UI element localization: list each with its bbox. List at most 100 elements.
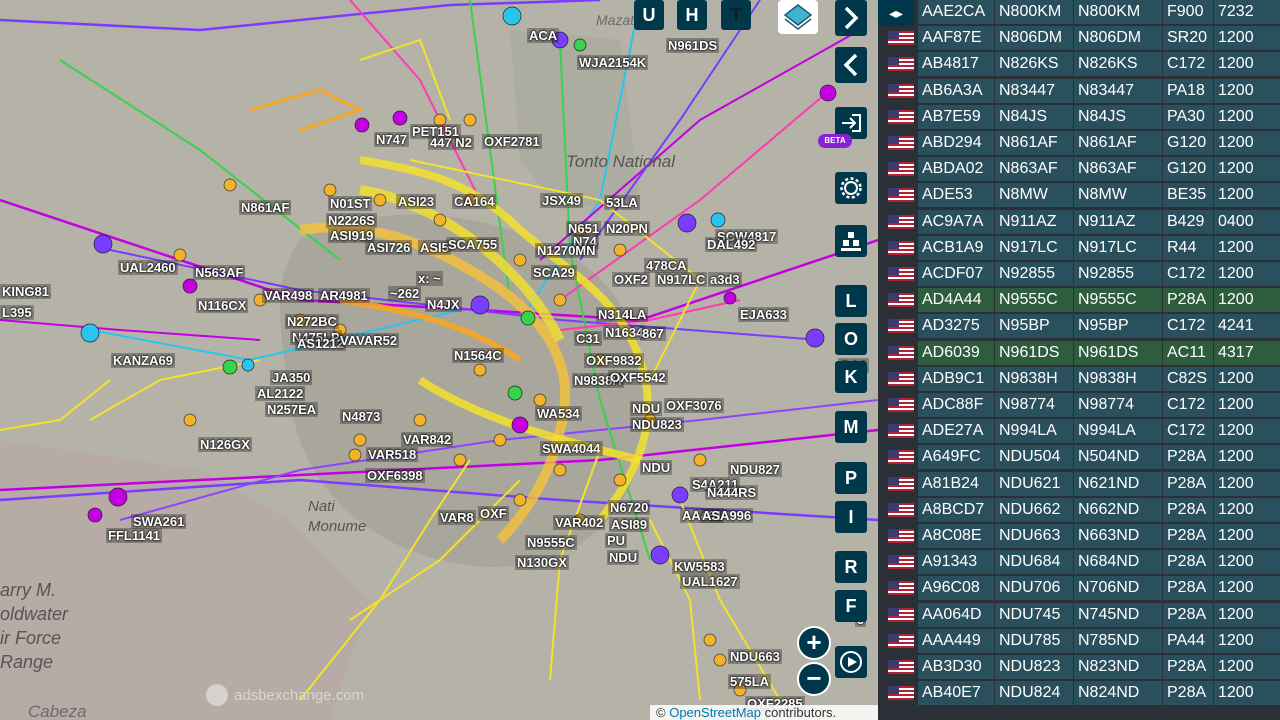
- replay-button[interactable]: [835, 646, 867, 678]
- toggle-r-button[interactable]: R: [835, 551, 867, 583]
- aircraft-label[interactable]: N861AF: [239, 200, 292, 215]
- aircraft-label[interactable]: AL2122: [255, 386, 306, 401]
- aircraft-label[interactable]: FFL1141: [106, 528, 163, 543]
- table-row[interactable]: A81B24 NDU621 N621ND P28A 1200: [878, 471, 1280, 496]
- table-row[interactable]: ACB1A9 N917LC N917LC R44 1200: [878, 235, 1280, 260]
- table-row[interactable]: AD6039 N961DS N961DS AC11 4317: [878, 340, 1280, 365]
- aircraft-label[interactable]: JA350: [270, 370, 313, 385]
- aircraft-label[interactable]: NDU: [607, 550, 640, 565]
- aircraft-label[interactable]: N6720: [608, 500, 651, 515]
- aircraft-label[interactable]: N917LC: [655, 272, 708, 287]
- aircraft-label[interactable]: KW5583: [672, 559, 727, 574]
- aircraft-label[interactable]: a3d3: [708, 272, 742, 287]
- table-row[interactable]: ACDF07 N92855 N92855 C172 1200: [878, 262, 1280, 286]
- aircraft-label[interactable]: SWA4044: [540, 441, 603, 456]
- table-row[interactable]: AA064D NDU745 N745ND P28A 1200: [878, 602, 1280, 627]
- table-row[interactable]: AB4817 N826KS N826KS C172 1200: [878, 52, 1280, 77]
- table-row[interactable]: AD4A44 N9555C N9555C P28A 1200: [878, 288, 1280, 313]
- aircraft-label[interactable]: VAR402: [553, 515, 606, 530]
- layers-button[interactable]: [778, 0, 818, 34]
- aircraft-label[interactable]: N1564C: [452, 348, 504, 363]
- aircraft-label[interactable]: KING81: [0, 284, 51, 299]
- aircraft-label[interactable]: ACA: [527, 28, 560, 43]
- table-row[interactable]: ABDA02 N863AF N863AF G120 1200: [878, 157, 1280, 182]
- aircraft-label[interactable]: L395: [0, 305, 34, 320]
- aircraft-label[interactable]: N4JX: [425, 297, 462, 312]
- aircraft-label[interactable]: KANZA69: [111, 353, 175, 368]
- toggle-u-button[interactable]: U: [634, 0, 664, 30]
- aircraft-label[interactable]: VAR498: [262, 288, 315, 303]
- table-row[interactable]: ADC88F N98774 N98774 C172 1200: [878, 393, 1280, 417]
- aircraft-label[interactable]: ASA996: [700, 508, 754, 523]
- table-row[interactable]: A96C08 NDU706 N706ND P28A 1200: [878, 576, 1280, 601]
- aircraft-label[interactable]: N1634: [603, 325, 646, 340]
- toggle-k-button[interactable]: K: [835, 361, 867, 393]
- aircraft-label[interactable]: VAVAR52: [338, 333, 400, 348]
- aircraft-label[interactable]: N116CX: [196, 298, 249, 313]
- aircraft-label[interactable]: VAR8: [438, 510, 476, 525]
- toggle-t-button[interactable]: T: [721, 0, 751, 30]
- aircraft-label[interactable]: N4873: [340, 409, 383, 424]
- aircraft-label[interactable]: NDU663: [728, 649, 782, 664]
- aircraft-label[interactable]: N444RS: [705, 485, 759, 500]
- table-row[interactable]: A649FC NDU504 N504ND P28A 1200: [878, 445, 1280, 470]
- aircraft-label[interactable]: N130GX: [515, 555, 569, 570]
- aircraft-label[interactable]: 478CA: [644, 258, 689, 273]
- aircraft-label[interactable]: x: ~: [416, 271, 443, 286]
- aircraft-label[interactable]: OXF2781: [482, 134, 542, 149]
- aircraft-label[interactable]: N314LA: [596, 307, 649, 322]
- settings-button[interactable]: [835, 172, 867, 204]
- next-button[interactable]: [835, 0, 867, 36]
- aircraft-label[interactable]: N563AF: [193, 265, 246, 280]
- toggle-m-button[interactable]: M: [835, 411, 867, 443]
- toggle-h-button[interactable]: H: [677, 0, 707, 30]
- aircraft-label[interactable]: SCA29: [531, 265, 577, 280]
- stats-button[interactable]: [835, 225, 867, 257]
- toggle-f-button[interactable]: F: [835, 590, 867, 622]
- aircraft-label[interactable]: SCA755: [446, 237, 500, 252]
- aircraft-label[interactable]: OXF2: [612, 272, 650, 287]
- aircraft-label[interactable]: 575LA: [728, 674, 772, 689]
- table-row[interactable]: AAA449 NDU785 N785ND PA44 1200: [878, 628, 1280, 653]
- aircraft-label[interactable]: 53LA: [604, 195, 640, 210]
- aircraft-label[interactable]: ASI726: [365, 240, 413, 255]
- aircraft-label[interactable]: OXF6398: [365, 468, 425, 483]
- panel-toggle-button[interactable]: ◂▸: [878, 0, 914, 26]
- aircraft-label[interactable]: ~262: [388, 286, 422, 301]
- aircraft-label[interactable]: N01ST: [328, 196, 373, 211]
- aircraft-label[interactable]: N9555C: [525, 535, 577, 550]
- zoom-out-button[interactable]: −: [797, 662, 831, 696]
- toggle-l-button[interactable]: L: [835, 285, 867, 317]
- toggle-p-button[interactable]: P: [835, 462, 867, 494]
- aircraft-label[interactable]: N20PN: [604, 221, 650, 236]
- aircraft-label[interactable]: CA164: [452, 194, 497, 209]
- table-row[interactable]: AC9A7A N911AZ N911AZ B429 0400: [878, 209, 1280, 234]
- aircraft-label[interactable]: AR4981: [318, 288, 370, 303]
- aircraft-label[interactable]: OXF9832: [584, 353, 644, 368]
- aircraft-label[interactable]: VAR518: [366, 447, 419, 462]
- table-row[interactable]: ADE53 N8MW N8MW BE35 1200: [878, 183, 1280, 208]
- aircraft-label[interactable]: UAL1627: [680, 574, 740, 589]
- aircraft-label[interactable]: EJA633: [738, 307, 789, 322]
- table-row[interactable]: AB7E59 N84JS N84JS PA30 1200: [878, 104, 1280, 129]
- aircraft-label[interactable]: N2226S: [326, 213, 377, 228]
- toggle-o-button[interactable]: O: [835, 323, 867, 355]
- aircraft-label[interactable]: OXF3076: [664, 398, 724, 413]
- table-row[interactable]: ABD294 N861AF N861AF G120 1200: [878, 131, 1280, 155]
- aircraft-label[interactable]: OXF5542: [608, 370, 668, 385]
- aircraft-label[interactable]: OXF: [478, 506, 509, 521]
- aircraft-label[interactable]: VAR842: [401, 432, 454, 447]
- aircraft-label[interactable]: N272BC: [285, 314, 339, 329]
- table-row[interactable]: A8C08E NDU663 N663ND P28A 1200: [878, 524, 1280, 548]
- aircraft-label[interactable]: PU: [605, 533, 628, 548]
- aircraft-label[interactable]: NDU827: [728, 462, 782, 477]
- map-view[interactable]: Tonto National Nati Monume arry M. oldwa…: [0, 0, 878, 720]
- aircraft-label[interactable]: UAL2460: [118, 260, 178, 275]
- aircraft-label[interactable]: N747: [374, 132, 410, 147]
- table-row[interactable]: AB3D30 NDU823 N823ND P28A 1200: [878, 655, 1280, 679]
- zoom-in-button[interactable]: +: [797, 626, 831, 660]
- table-row[interactable]: AAE2CA N800KM N800KM F900 7232: [878, 0, 1280, 24]
- table-row[interactable]: ADB9C1 N9838H N9838H C82S 1200: [878, 366, 1280, 391]
- aircraft-label[interactable]: NDU: [640, 460, 673, 475]
- aircraft-label[interactable]: N257EA: [265, 402, 319, 417]
